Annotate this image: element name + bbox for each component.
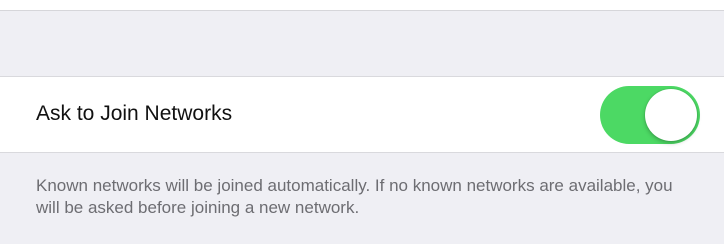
row-bottom-border [0,152,724,153]
toggle-knob[interactable] [645,89,697,141]
ask-to-join-footer-description: Known networks will be joined automatica… [36,176,673,217]
ask-to-join-networks-toggle[interactable] [600,86,700,144]
previous-section-background [0,0,724,10]
ask-to-join-networks-row: Ask to Join Networks [0,77,724,152]
ask-to-join-networks-label: Ask to Join Networks [36,102,233,125]
section-separator [0,10,724,11]
